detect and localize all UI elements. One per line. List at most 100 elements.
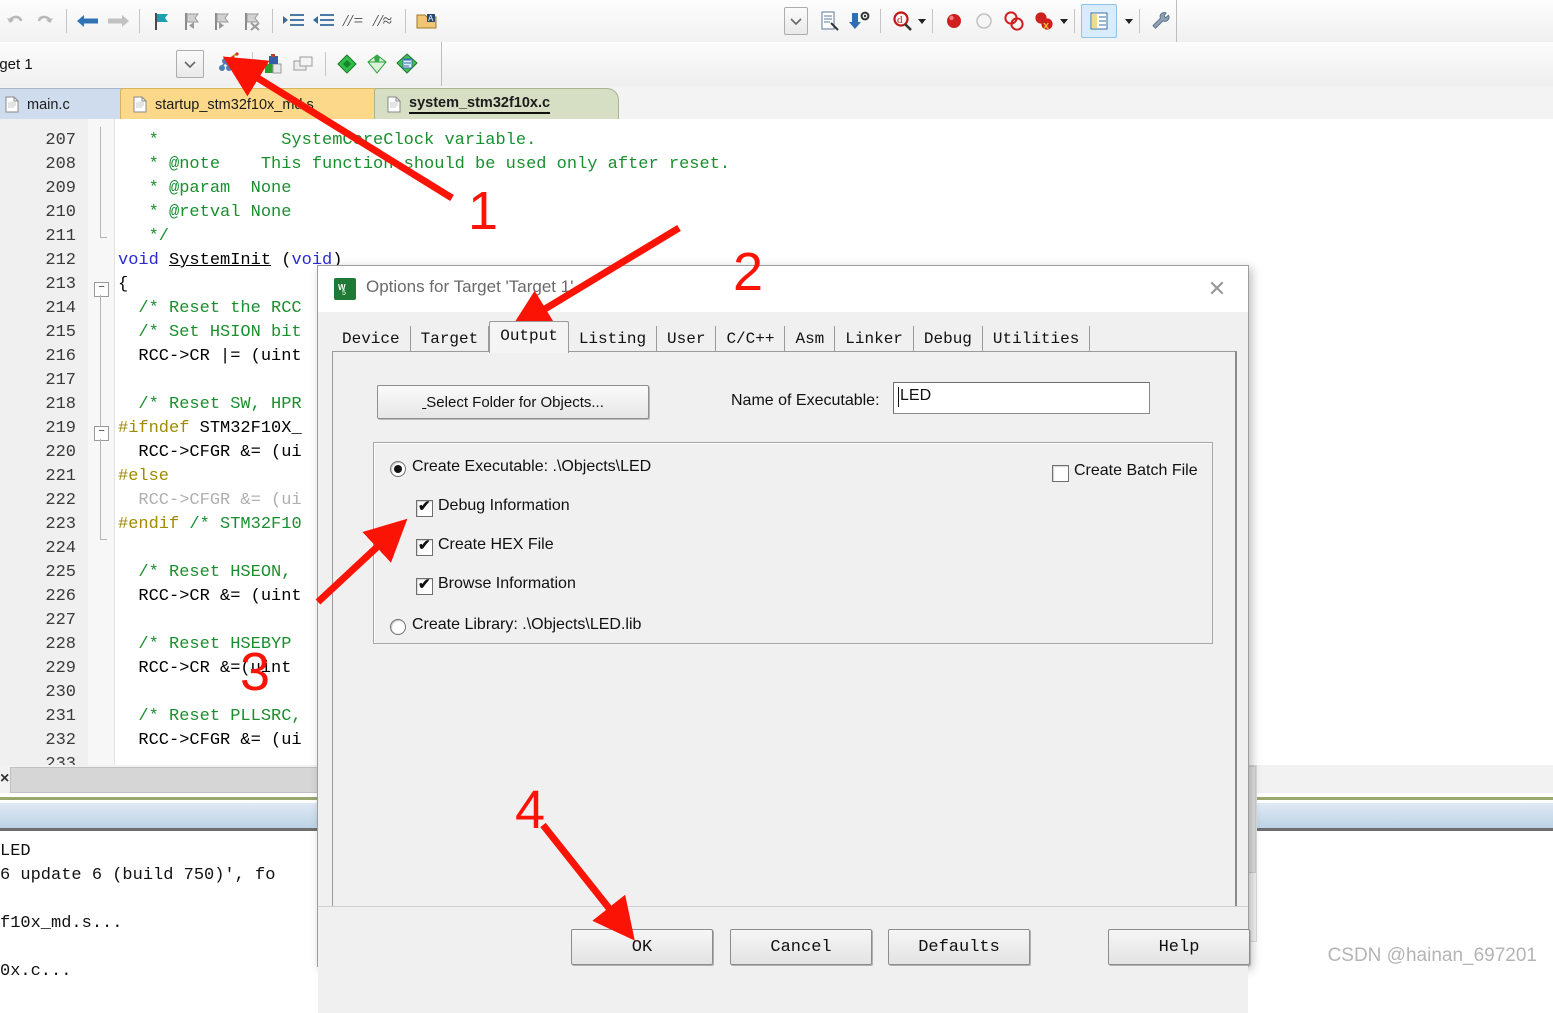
debug-information-checkbox[interactable]: ✔ bbox=[416, 498, 433, 517]
combo-dropdown-icon[interactable] bbox=[784, 5, 814, 37]
code-line[interactable]: RCC->CR |= (uint bbox=[118, 345, 301, 369]
dialog-tab-user[interactable]: User bbox=[657, 326, 717, 352]
dialog-tab-asm[interactable]: Asm bbox=[785, 326, 836, 352]
editor-tab-label: startup_stm32f10x_md.s bbox=[155, 96, 314, 113]
open-file-icon[interactable]: A bbox=[412, 5, 442, 37]
create-hex-file-checkbox[interactable]: ✔ bbox=[416, 538, 433, 556]
pane-close-icon[interactable]: × bbox=[0, 770, 9, 788]
code-line[interactable]: * @retval None bbox=[118, 201, 292, 225]
code-line[interactable]: */ bbox=[118, 225, 169, 249]
close-icon[interactable]: ✕ bbox=[1200, 275, 1234, 303]
bookmark-clear-icon[interactable] bbox=[236, 5, 266, 37]
create-batch-file-checkbox[interactable] bbox=[1052, 465, 1069, 482]
project-window-dropdown-caret-icon[interactable] bbox=[1125, 18, 1133, 24]
code-line[interactable]: /* Reset SW, HPR bbox=[118, 393, 301, 417]
code-line[interactable]: RCC->CFGR &= (ui bbox=[118, 489, 301, 513]
options-for-target-dialog[interactable]: W5 Options for Target 'Target 1' ✕ Devic… bbox=[317, 265, 1250, 1013]
indent-increase-icon[interactable] bbox=[279, 5, 309, 37]
fold-box-213[interactable]: − bbox=[94, 282, 109, 297]
create-executable-radio[interactable] bbox=[390, 461, 406, 477]
code-line[interactable]: RCC->CR &= (uint bbox=[118, 585, 301, 609]
select-folder-for-objects-button[interactable]: Select Folder for Objects... bbox=[377, 385, 649, 419]
fold-tick bbox=[100, 539, 107, 540]
fold-line bbox=[100, 439, 101, 539]
name-of-executable-input[interactable]: LED bbox=[893, 382, 1150, 414]
toolbar-separator bbox=[405, 9, 406, 33]
editor-tab-system-c[interactable]: system_stm32f10x.c bbox=[374, 88, 619, 120]
options-for-target-icon[interactable] bbox=[210, 48, 246, 80]
defaults-button[interactable]: Defaults bbox=[888, 929, 1030, 965]
editor-tab-startup-s[interactable]: startup_stm32f10x_md.s bbox=[120, 88, 400, 120]
code-line[interactable]: * @param None bbox=[118, 177, 292, 201]
check-mark-icon: ✔ bbox=[418, 498, 431, 515]
undo-icon[interactable] bbox=[0, 5, 30, 37]
bookmark-toggle-icon[interactable] bbox=[146, 5, 176, 37]
dialog-footer: OK Cancel Defaults Help bbox=[318, 906, 1250, 1013]
indent-decrease-icon[interactable] bbox=[309, 5, 339, 37]
help-button[interactable]: Help bbox=[1108, 929, 1250, 965]
rebuild-all-icon[interactable] bbox=[289, 48, 319, 80]
code-line[interactable]: #endif /* STM32F10 bbox=[118, 513, 302, 537]
text-document-icon[interactable] bbox=[814, 5, 844, 37]
line-number: 224 bbox=[45, 539, 76, 558]
create-library-radio[interactable] bbox=[390, 619, 406, 635]
dialog-tab-linker[interactable]: Linker bbox=[835, 326, 914, 352]
breakpoint-insert-icon[interactable] bbox=[939, 5, 969, 37]
target-selector-dropdown-icon[interactable] bbox=[176, 50, 204, 78]
find-in-files-icon[interactable] bbox=[844, 5, 874, 37]
dialog-title-bar[interactable]: W5 Options for Target 'Target 1' ✕ bbox=[318, 266, 1248, 312]
dialog-tab-output[interactable]: Output bbox=[489, 321, 569, 353]
configure-wizard-icon[interactable] bbox=[1146, 5, 1176, 37]
svg-text://=: //= bbox=[342, 11, 364, 30]
uncomment-lines-icon[interactable]: //≈ bbox=[369, 5, 399, 37]
magnifier-dropdown-caret-icon[interactable] bbox=[918, 18, 926, 24]
dialog-tab-target[interactable]: Target bbox=[411, 326, 490, 352]
manage-run-time-env-icon[interactable] bbox=[392, 48, 422, 80]
navigate-forward-icon[interactable] bbox=[103, 5, 133, 37]
code-line[interactable]: /* Reset PLLSRC, bbox=[118, 705, 301, 729]
magnifier-icon[interactable]: d bbox=[887, 5, 917, 37]
cancel-button[interactable]: Cancel bbox=[730, 929, 872, 965]
build-output-line: LED bbox=[0, 842, 31, 861]
comment-lines-icon[interactable]: //= bbox=[339, 5, 369, 37]
project-window-icon[interactable] bbox=[1081, 4, 1117, 38]
batch-build-icon[interactable] bbox=[362, 48, 392, 80]
code-line[interactable]: * @note This function should be used onl… bbox=[118, 153, 731, 177]
build-target-icon[interactable] bbox=[259, 48, 289, 80]
dialog-tab-debug[interactable]: Debug bbox=[914, 326, 983, 352]
bookmark-next-icon[interactable] bbox=[206, 5, 236, 37]
code-line[interactable]: void SystemInit (void) bbox=[118, 249, 342, 273]
code-folding-bar[interactable] bbox=[88, 119, 115, 769]
code-line[interactable]: RCC->CFGR &= (ui bbox=[118, 441, 301, 465]
code-line[interactable]: #ifndef STM32F10X_ bbox=[118, 417, 302, 441]
dialog-tab-utilities[interactable]: Utilities bbox=[983, 326, 1091, 352]
dialog-tab-device[interactable]: Device bbox=[332, 326, 411, 352]
ok-button[interactable]: OK bbox=[571, 929, 713, 965]
code-line[interactable]: * SystemCoreClock variable. bbox=[118, 129, 537, 153]
fold-box-219[interactable]: − bbox=[94, 426, 109, 441]
breakpoint-disable-icon[interactable] bbox=[969, 5, 999, 37]
redo-icon[interactable] bbox=[30, 5, 60, 37]
toolbar-separator bbox=[252, 52, 253, 76]
dialog-tab-listing[interactable]: Listing bbox=[569, 326, 658, 352]
code-line[interactable]: /* Set HSION bit bbox=[118, 321, 301, 345]
code-line[interactable]: { bbox=[118, 273, 128, 297]
code-line[interactable]: RCC->CFGR &= (ui bbox=[118, 729, 301, 753]
breakpoint-disable-all-icon[interactable] bbox=[999, 5, 1029, 37]
toolbar-separator bbox=[272, 9, 273, 33]
breakpoint-dropdown-caret-icon[interactable] bbox=[1060, 18, 1068, 24]
manage-components-icon[interactable] bbox=[332, 48, 362, 80]
dialog-tab-c-c[interactable]: C/C++ bbox=[716, 326, 786, 352]
code-line[interactable]: #else bbox=[118, 465, 169, 489]
keil-uvision-icon: W5 bbox=[334, 278, 356, 300]
navigate-back-icon[interactable] bbox=[73, 5, 103, 37]
toolbar-separator bbox=[1139, 9, 1140, 33]
main-toolbar-row-2: arget 1 bbox=[0, 42, 1553, 87]
browse-information-checkbox[interactable]: ✔ bbox=[416, 577, 433, 595]
breakpoint-kill-all-icon[interactable]: x bbox=[1029, 5, 1059, 37]
code-line[interactable]: /* Reset the RCC bbox=[118, 297, 301, 321]
bookmark-prev-icon[interactable] bbox=[176, 5, 206, 37]
target-selector[interactable]: arget 1 bbox=[0, 56, 176, 73]
svg-text:A: A bbox=[428, 14, 434, 23]
code-line[interactable]: /* Reset HSEON, bbox=[118, 561, 291, 585]
